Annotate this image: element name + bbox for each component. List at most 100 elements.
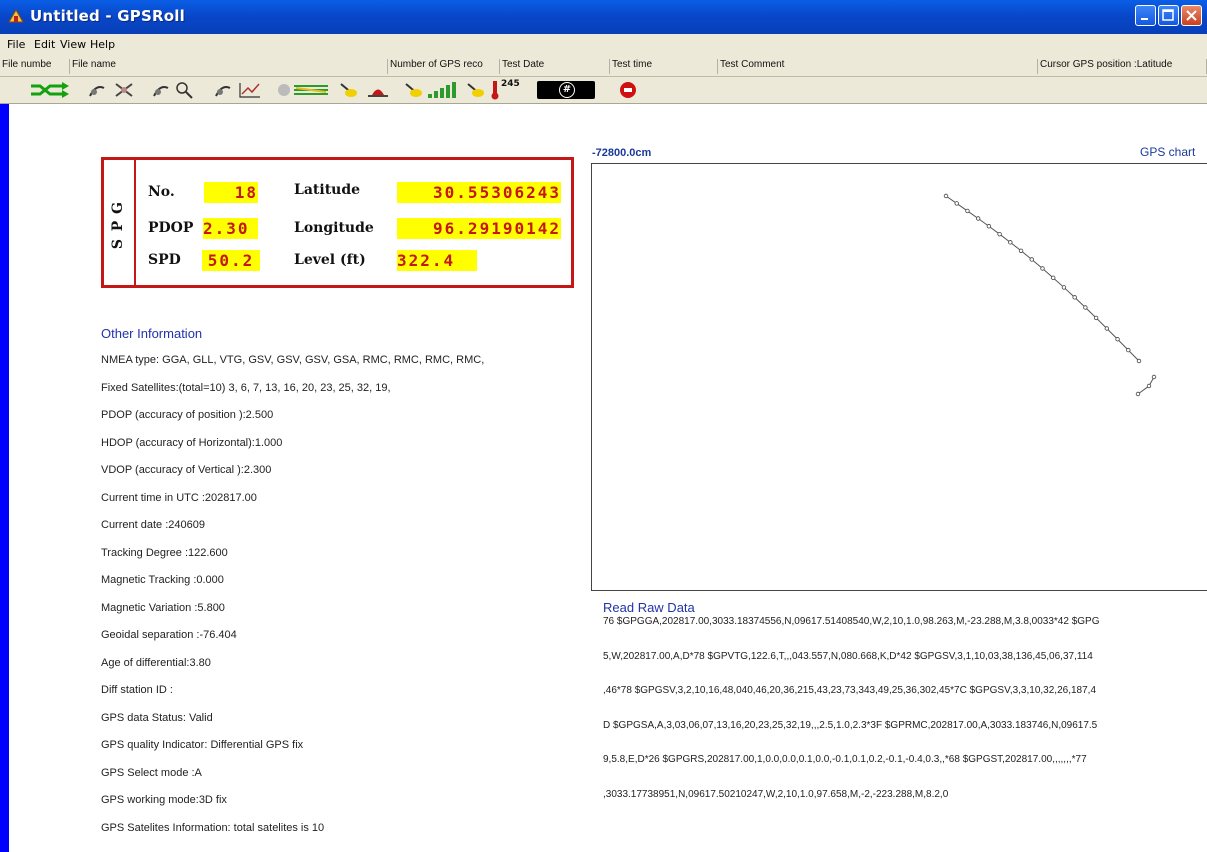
track-point — [954, 201, 959, 206]
stop-icon[interactable] — [618, 80, 638, 100]
chart-scale-label: -72800.0cm — [592, 147, 652, 159]
track-point — [1135, 391, 1141, 397]
gps-letter-g: G — [110, 202, 126, 214]
spd-value: 50.2 — [202, 250, 260, 271]
gps-letter-s: S — [110, 238, 126, 250]
satellite-chart-icon[interactable] — [212, 80, 264, 100]
gps-letter-p: P — [110, 220, 126, 232]
pdop-value: 2.30 — [203, 218, 258, 239]
track-point — [1029, 257, 1034, 262]
latitude-label: Latitude — [294, 182, 361, 198]
minimize-icon — [1141, 18, 1148, 20]
info-line: GPS Satelites Information: total satelit… — [101, 821, 325, 834]
column-file-number[interactable]: File numbe — [0, 59, 70, 74]
menu-view[interactable]: View — [60, 38, 86, 51]
info-line: Magnetic Variation :5.800 — [101, 601, 225, 614]
map-layers-icon[interactable] — [276, 80, 332, 100]
close-icon — [1186, 10, 1197, 21]
app-icon — [8, 9, 24, 23]
maximize-icon — [1162, 9, 1174, 21]
track-segment — [1137, 376, 1155, 395]
info-line: GPS working mode:3D fix — [101, 794, 227, 806]
satellite-tools-icon[interactable] — [86, 80, 142, 100]
thermometer-group[interactable]: 245 — [466, 79, 526, 100]
track-point — [1072, 295, 1077, 300]
raw-data-heading: Read Raw Data — [603, 600, 695, 615]
column-test-time[interactable]: Test time — [610, 59, 718, 74]
tent-icon[interactable] — [366, 80, 390, 100]
raw-data-line: ,46*78 $GPGSV,3,2,10,16,48,040,46,20,36,… — [603, 685, 1097, 696]
track-point — [1136, 358, 1142, 364]
menu-edit[interactable]: Edit — [34, 38, 55, 51]
thermometer-value: 245 — [501, 79, 520, 89]
title-bar[interactable]: Untitled - GPSRoll — [0, 0, 1207, 34]
track-point — [943, 193, 949, 199]
track-point — [965, 208, 970, 214]
track-line — [945, 195, 1140, 362]
track-point — [986, 224, 992, 229]
track-point — [997, 231, 1002, 237]
info-line: Geoidal separation :-76.404 — [101, 629, 237, 641]
raw-data-line: 9,5.8,E,D*26 $GPGRS,202817.00,1,0.0,0.0,… — [603, 754, 1087, 765]
column-gps-record-count[interactable]: Number of GPS reco — [388, 59, 500, 74]
track-point — [975, 216, 981, 221]
info-line: VDOP (accuracy of Vertical ):2.300 — [101, 464, 272, 476]
raw-data-line: ,3033.17738951,N,09617.50210247,W,2,10,1… — [603, 788, 949, 800]
left-edge-strip — [0, 104, 9, 852]
gps-track-plot — [943, 193, 1157, 397]
info-line: Age of differential:3.80 — [101, 656, 211, 669]
thermometer-dish-icon — [467, 83, 484, 97]
other-info-heading: Other Information — [101, 326, 203, 341]
track-point — [1018, 248, 1024, 253]
longitude-value: 96.29190142 — [397, 218, 561, 239]
dish-icon[interactable] — [338, 80, 360, 100]
menu-bar: File Edit View Help — [0, 34, 1207, 56]
track-point — [1093, 315, 1099, 321]
chart-title: GPS chart — [1140, 145, 1196, 159]
track-point — [1146, 383, 1152, 389]
menu-help[interactable]: Help — [90, 38, 115, 51]
info-line: HDOP (accuracy of Horizontal):1.000 — [101, 436, 283, 449]
hash-display-icon: # — [559, 82, 575, 98]
column-file-name[interactable]: File name — [70, 59, 388, 74]
info-line: Tracking Degree :122.600 — [101, 546, 228, 559]
maximize-button[interactable] — [1158, 5, 1179, 26]
info-line: NMEA type: GGA, GLL, VTG, GSV, GSV, GSV,… — [101, 354, 485, 366]
track-point — [1104, 326, 1110, 331]
track-point — [1151, 374, 1157, 380]
raw-data-line: D $GPGSA,A,3,03,06,07,13,16,20,23,25,32,… — [603, 719, 1098, 731]
thermometer-icon — [491, 81, 499, 100]
pdop-label: PDOP — [148, 220, 194, 236]
spd-label: SPD — [148, 252, 181, 268]
longitude-label: Longitude — [294, 220, 374, 236]
window-title: Untitled - GPSRoll — [30, 7, 185, 25]
column-cursor-position[interactable]: Cursor GPS position :Latitude — [1038, 59, 1207, 74]
info-line: Fixed Satellites:(total=10) 3, 6, 7, 13,… — [101, 381, 391, 394]
info-line: Diff station ID : — [101, 684, 173, 696]
shuffle-icon[interactable] — [28, 80, 72, 100]
track-point — [1040, 266, 1045, 271]
close-button[interactable] — [1181, 5, 1202, 26]
toolbar: 245 # — [0, 77, 1207, 104]
track-point — [1051, 275, 1056, 281]
level-value: 322.4 — [397, 250, 477, 271]
hash-display[interactable]: # — [537, 81, 595, 99]
track-point — [1115, 337, 1120, 342]
info-line: Current time in UTC :202817.00 — [101, 491, 257, 504]
satellite-search-icon[interactable] — [150, 80, 196, 100]
column-test-date[interactable]: Test Date — [500, 59, 610, 74]
info-line: PDOP (accuracy of position ):2.500 — [101, 409, 274, 421]
track-point — [1008, 240, 1013, 245]
menu-file[interactable]: File — [7, 38, 25, 51]
column-test-comment[interactable]: Test Comment — [718, 59, 1038, 74]
track-point — [1061, 285, 1067, 290]
track-point — [1083, 305, 1088, 310]
latitude-value: 30.55306243 — [397, 182, 561, 203]
info-line: Current date :240609 — [101, 519, 205, 531]
info-line: GPS data Status: Valid — [101, 711, 213, 724]
gps-side-label: G P S — [104, 160, 136, 285]
no-label: No. — [148, 184, 175, 200]
gps-chart[interactable] — [591, 163, 1207, 591]
signal-bars-icon[interactable] — [404, 80, 460, 100]
minimize-button[interactable] — [1135, 5, 1156, 26]
